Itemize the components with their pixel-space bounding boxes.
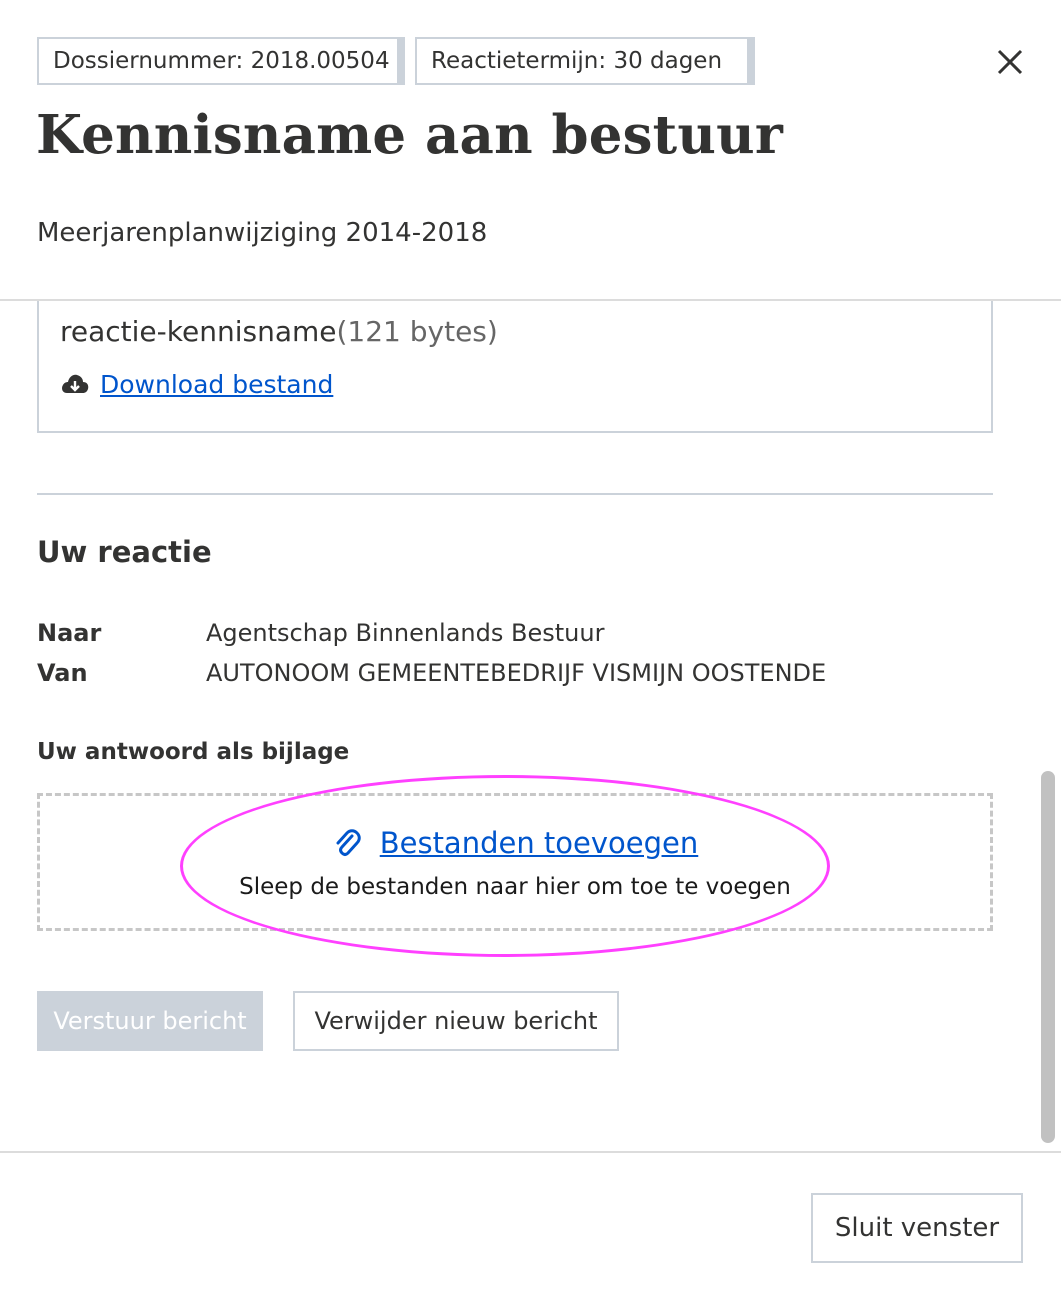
page-subtitle: Meerjarenplanwijziging 2014-2018 [37, 218, 488, 248]
section-divider [37, 493, 993, 495]
footer-divider [0, 1151, 1061, 1153]
file-name-line: reactie-kennisname(121 bytes) [60, 315, 498, 348]
from-value: AUTONOOM GEMEENTEBEDRIJF VISMIJN OOSTEND… [206, 659, 827, 687]
dossier-number-pill: Dossiernummer: 2018.00504 [37, 37, 405, 85]
page-title: Kennisname aan bestuur [36, 104, 783, 166]
delete-message-button[interactable]: Verwijder nieuw bericht [293, 991, 619, 1051]
to-value: Agentschap Binnenlands Bestuur [206, 619, 605, 647]
drop-hint: Sleep de bestanden naar hier om toe te v… [239, 874, 791, 900]
modal-content: reactie-kennisname(121 bytes) Download b… [0, 301, 1061, 1151]
file-dropzone[interactable]: Bestanden toevoegen Sleep de bestanden n… [37, 793, 993, 931]
file-size: (121 bytes) [336, 315, 498, 348]
scrollbar-thumb[interactable] [1041, 771, 1055, 1143]
close-window-button[interactable]: Sluit venster [811, 1193, 1023, 1263]
file-card: reactie-kennisname(121 bytes) Download b… [37, 301, 993, 433]
modal-header: Dossiernummer: 2018.00504 Reactietermijn… [0, 0, 1061, 299]
cloud-download-icon [60, 371, 90, 397]
attachment-label: Uw antwoord als bijlage [37, 739, 350, 765]
to-label: Naar [37, 619, 102, 647]
reaction-title: Uw reactie [37, 535, 212, 569]
download-row: Download bestand [60, 367, 333, 401]
from-label: Van [37, 659, 88, 687]
response-deadline-pill: Reactietermijn: 30 dagen [415, 37, 755, 85]
file-name: reactie-kennisname [60, 315, 337, 348]
close-icon[interactable] [992, 44, 1028, 80]
send-message-button[interactable]: Verstuur bericht [37, 991, 263, 1051]
add-files-row: Bestanden toevoegen [40, 820, 990, 866]
add-files-link[interactable]: Bestanden toevoegen [380, 826, 699, 860]
paperclip-icon [332, 827, 362, 859]
download-file-link[interactable]: Download bestand [100, 370, 333, 399]
